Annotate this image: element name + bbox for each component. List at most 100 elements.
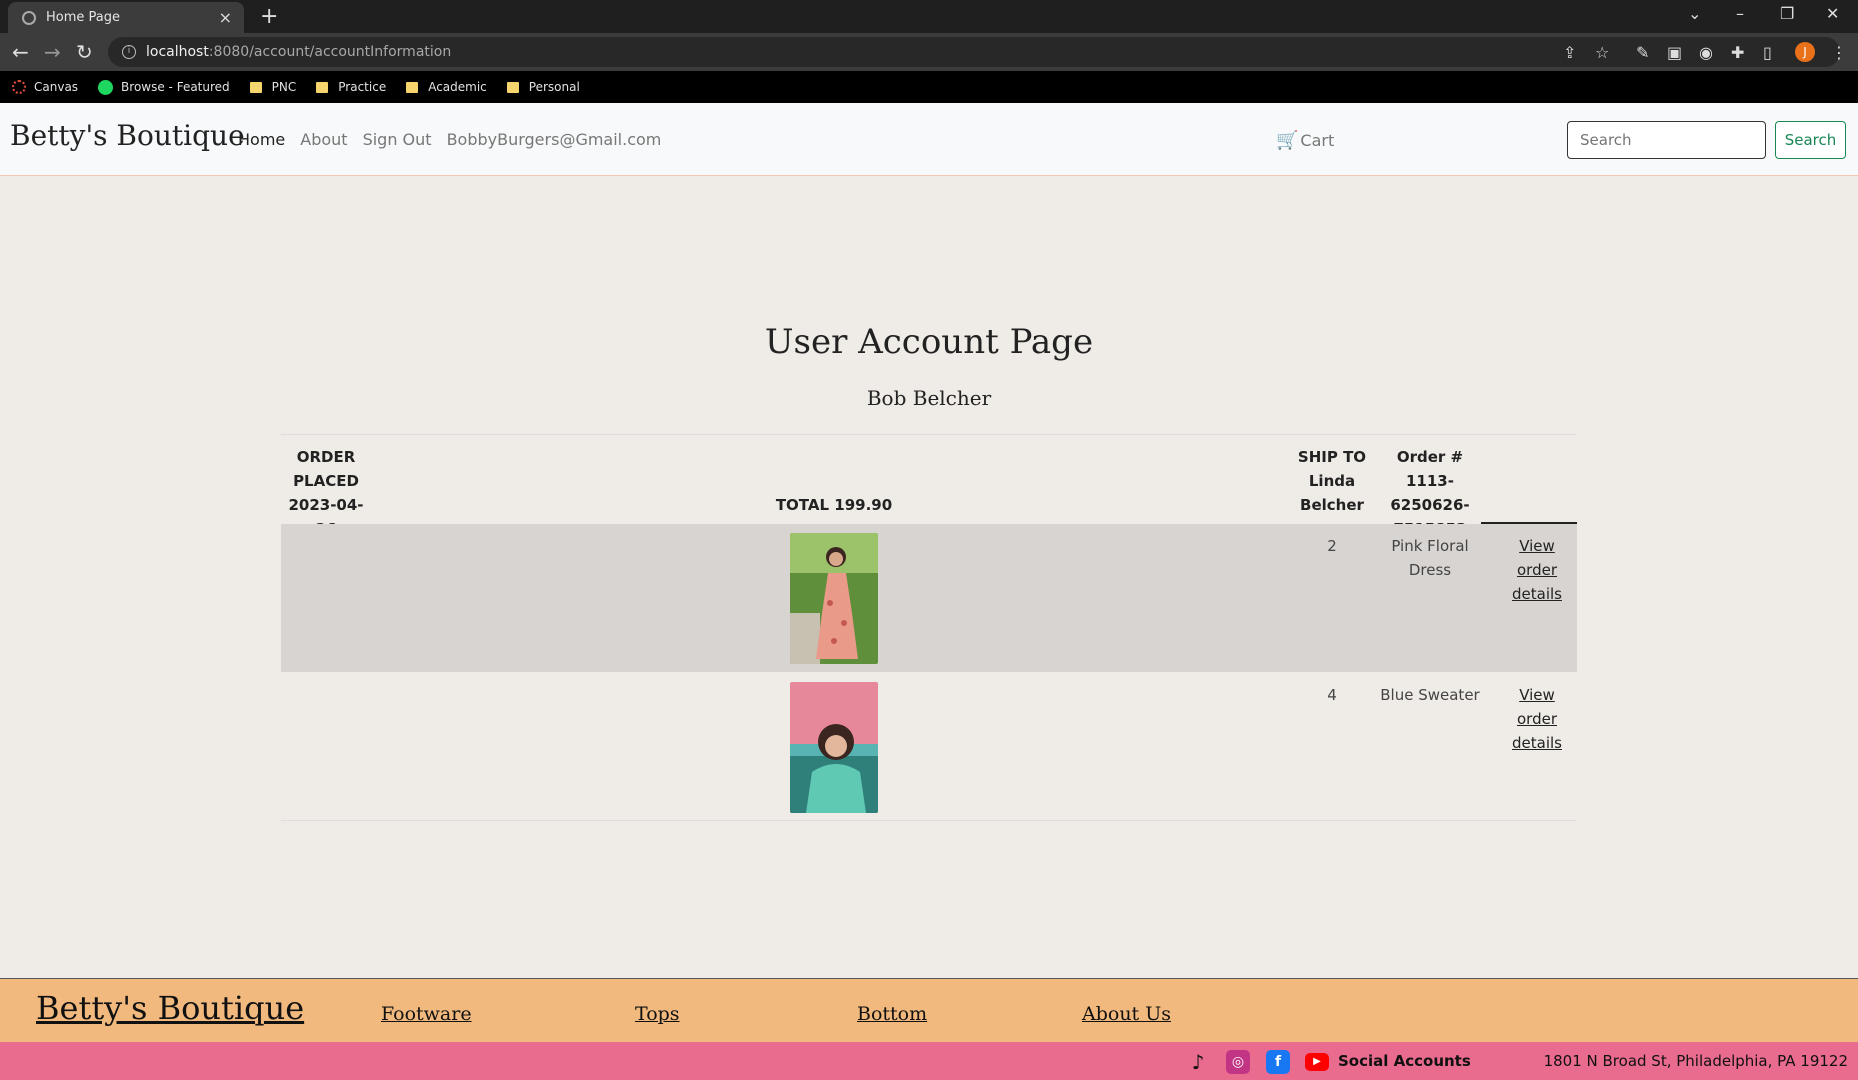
footer-link-bottom[interactable]: Bottom — [857, 1003, 927, 1025]
tiktok-icon[interactable]: ♪ — [1186, 1050, 1210, 1074]
browser-tab[interactable]: Home Page × — [8, 2, 244, 33]
url-path: :8080/account/accountInformation — [208, 44, 452, 60]
bookmark-label: Canvas — [34, 80, 79, 94]
close-window-icon[interactable]: ✕ — [1826, 4, 1839, 23]
cart-link[interactable]: 🛒 Cart — [1276, 130, 1334, 151]
view-order-details-link[interactable]: View order details — [1507, 683, 1567, 755]
extension-pen-icon[interactable]: ✎ — [1636, 43, 1649, 62]
user-name: Bob Belcher — [866, 386, 992, 410]
bookmark-label: Browse - Featured — [121, 80, 230, 94]
info-icon[interactable]: i — [122, 45, 136, 59]
ship-to-header: SHIP TO Linda Belcher — [1287, 445, 1377, 517]
brand-logo[interactable]: Betty's Boutique — [10, 119, 245, 152]
browser-tab-bar: Home Page × + ⌄ – ❐ ✕ — [0, 0, 1858, 33]
extension-circle-icon[interactable]: ◉ — [1699, 43, 1713, 62]
orders-table: ORDER PLACED 2023-04-26 TOTAL 199.90 SHI… — [281, 434, 1577, 821]
more-menu-icon[interactable]: ⋮ — [1831, 43, 1847, 62]
extension-a-icon[interactable]: ▣ — [1667, 43, 1682, 62]
link-text: order — [1517, 561, 1557, 579]
item-name-line: Dress — [1408, 561, 1452, 579]
bookmark-label: PNC — [271, 80, 297, 94]
order-placed-label: PLACED — [293, 472, 359, 490]
cart-icon: 🛒 — [1276, 130, 1299, 151]
cart-label: Cart — [1300, 131, 1335, 150]
site-footer: Betty's Boutique Footware Tops Bottom Ab… — [0, 978, 1858, 1042]
back-icon[interactable]: ← — [12, 40, 29, 64]
youtube-icon[interactable]: ▶ — [1305, 1053, 1329, 1071]
bookmark-label: Academic — [428, 80, 487, 94]
ship-to-name: Belcher — [1300, 496, 1364, 514]
social-accounts-label: Social Accounts — [1338, 1052, 1471, 1070]
reload-icon[interactable]: ↻ — [76, 40, 93, 64]
store-address: 1801 N Broad St, Philadelphia, PA 19122 — [1543, 1052, 1848, 1070]
item-quantity: 2 — [1327, 537, 1337, 555]
footer-link-footware[interactable]: Footware — [381, 1003, 472, 1025]
table-row: 2 Pink Floral Dress View order details — [281, 524, 1577, 672]
folder-icon — [506, 81, 519, 93]
table-row: 4 Blue Sweater View order details — [281, 673, 1577, 821]
bookmarks-bar: Canvas Browse - Featured PNC Practice Ac… — [0, 71, 1858, 103]
chevron-down-icon[interactable]: ⌄ — [1688, 4, 1701, 23]
ship-to-name: Linda — [1308, 472, 1356, 490]
nav-user-email[interactable]: BobbyBurgers@Gmail.com — [447, 130, 662, 149]
url-host: localhost — [146, 44, 209, 60]
footer-brand[interactable]: Betty's Boutique — [36, 989, 304, 1027]
nav-links: Home About Sign Out BobbyBurgers@Gmail.c… — [238, 130, 676, 149]
address-bar-row: ← → ↻ i localhost:8080/account/accountIn… — [0, 33, 1858, 71]
item-quantity: 4 — [1327, 686, 1337, 704]
item-name: Pink Floral Dress — [1375, 534, 1485, 582]
item-name: Blue Sweater — [1375, 683, 1485, 707]
page-title: User Account Page — [764, 322, 1094, 362]
search-button[interactable]: Search — [1775, 121, 1846, 159]
order-placed-label: ORDER — [296, 448, 356, 466]
item-name-line: Blue Sweater — [1380, 686, 1480, 704]
spotify-icon — [98, 79, 114, 95]
canvas-icon — [12, 80, 26, 94]
view-order-details-link[interactable]: View order details — [1507, 534, 1567, 606]
footer-social-bar: ♪ ◎ f ▶ Social Accounts 1801 N Broad St,… — [0, 1042, 1858, 1080]
folder-icon — [316, 81, 329, 93]
link-text: View — [1519, 686, 1555, 704]
bookmark-pnc[interactable]: PNC — [249, 80, 297, 94]
bookmark-canvas[interactable]: Canvas — [12, 80, 78, 94]
puzzle-icon[interactable]: ✚ — [1731, 43, 1744, 62]
order-number: 6250626- — [1390, 496, 1470, 514]
bookmark-academic[interactable]: Academic — [406, 80, 487, 94]
footer-link-tops[interactable]: Tops — [635, 1003, 680, 1025]
link-text: details — [1512, 585, 1562, 603]
footer-link-about-us[interactable]: About Us — [1082, 1003, 1171, 1025]
link-text: details — [1512, 734, 1562, 752]
bookmark-label: Practice — [338, 80, 387, 94]
nav-home[interactable]: Home — [238, 130, 285, 149]
share-icon[interactable]: ⇪ — [1563, 43, 1576, 62]
product-image-pink-floral-dress — [790, 533, 878, 664]
item-name-line: Pink Floral — [1391, 537, 1469, 555]
bookmark-label: Personal — [528, 80, 580, 94]
new-tab-icon[interactable]: + — [260, 4, 278, 29]
facebook-icon[interactable]: f — [1266, 1050, 1290, 1074]
sidepanel-icon[interactable]: ▯ — [1763, 43, 1772, 62]
url-field[interactable]: i localhost:8080/account/accountInformat… — [108, 37, 1840, 67]
profile-avatar[interactable]: J — [1795, 42, 1815, 62]
link-text: order — [1517, 710, 1557, 728]
bookmark-practice[interactable]: Practice — [316, 80, 386, 94]
nav-about[interactable]: About — [300, 130, 347, 149]
product-image-blue-sweater — [790, 682, 878, 813]
star-icon[interactable]: ☆ — [1595, 43, 1609, 62]
forward-icon[interactable]: → — [44, 40, 61, 64]
folder-icon — [406, 81, 419, 93]
ship-to-label: SHIP TO — [1297, 448, 1367, 466]
order-number: Order # 1113- — [1396, 448, 1464, 490]
link-text: View — [1519, 537, 1555, 555]
folder-icon — [249, 81, 262, 93]
bookmark-personal[interactable]: Personal — [506, 80, 580, 94]
minimize-icon[interactable]: – — [1736, 4, 1744, 23]
nav-sign-out[interactable]: Sign Out — [363, 130, 432, 149]
order-total: TOTAL 199.90 — [775, 496, 893, 514]
search-input[interactable] — [1567, 121, 1766, 159]
close-icon[interactable]: × — [219, 8, 232, 27]
instagram-icon[interactable]: ◎ — [1226, 1050, 1250, 1074]
tab-title: Home Page — [46, 10, 120, 25]
restore-icon[interactable]: ❐ — [1780, 4, 1794, 23]
bookmark-spotify[interactable]: Browse - Featured — [98, 79, 230, 95]
